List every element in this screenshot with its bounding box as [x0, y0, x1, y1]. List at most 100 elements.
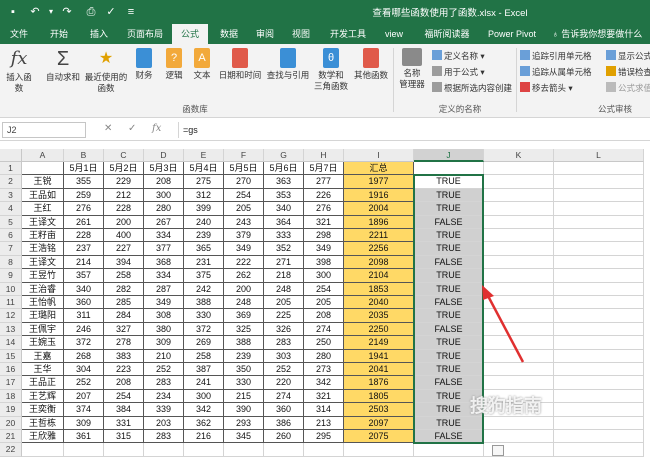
value-cell[interactable]: 213: [304, 416, 344, 430]
value-cell[interactable]: 362: [184, 416, 224, 430]
cell[interactable]: [484, 336, 554, 350]
confirm-icon[interactable]: ✓: [128, 123, 136, 134]
value-cell[interactable]: 363: [264, 175, 304, 189]
value-cell[interactable]: 231: [184, 255, 224, 270]
cell[interactable]: [484, 229, 554, 243]
value-cell[interactable]: 342: [184, 403, 224, 417]
name-cell[interactable]: 王品如: [22, 188, 64, 203]
value-cell[interactable]: 369: [224, 309, 264, 323]
result-cell[interactable]: FALSE: [414, 296, 484, 310]
row-header[interactable]: 2: [0, 175, 22, 189]
value-cell[interactable]: 270: [224, 175, 264, 189]
cell[interactable]: [554, 215, 644, 229]
value-cell[interactable]: 345: [224, 430, 264, 444]
value-cell[interactable]: 274: [304, 322, 344, 337]
sum-cell[interactable]: 2035: [344, 309, 414, 323]
row-header[interactable]: 21: [0, 430, 22, 444]
insert-function-button[interactable]: fx 插入函数: [4, 48, 34, 94]
cell[interactable]: [484, 363, 554, 377]
value-cell[interactable]: 248: [224, 296, 264, 310]
result-cell[interactable]: FALSE: [414, 215, 484, 229]
value-cell[interactable]: 269: [184, 336, 224, 350]
value-cell[interactable]: 390: [224, 403, 264, 417]
sum-cell[interactable]: 1853: [344, 282, 414, 296]
value-cell[interactable]: 380: [144, 322, 184, 337]
sum-cell[interactable]: 1876: [344, 376, 414, 390]
value-cell[interactable]: 300: [144, 188, 184, 203]
result-cell[interactable]: TRUE: [414, 229, 484, 243]
row-header[interactable]: 19: [0, 403, 22, 417]
error-checking-button[interactable]: 错误检查: [606, 66, 650, 78]
name-cell[interactable]: 王艺辉: [22, 389, 64, 404]
cell[interactable]: [484, 242, 554, 256]
value-cell[interactable]: 326: [264, 322, 304, 337]
value-cell[interactable]: 330: [184, 309, 224, 323]
column-header-d[interactable]: D: [144, 149, 184, 162]
value-cell[interactable]: 282: [104, 282, 144, 296]
value-cell[interactable]: 394: [104, 255, 144, 270]
value-cell[interactable]: 258: [104, 269, 144, 283]
row-header[interactable]: 6: [0, 229, 22, 243]
value-cell[interactable]: 228: [104, 202, 144, 216]
logical-button[interactable]: ? 逻辑: [162, 48, 186, 81]
value-cell[interactable]: 229: [104, 175, 144, 189]
value-cell[interactable]: 250: [304, 336, 344, 350]
value-cell[interactable]: 248: [264, 282, 304, 296]
name-cell[interactable]: 王璐阳: [22, 309, 64, 323]
value-cell[interactable]: 372: [64, 336, 104, 350]
cell[interactable]: [484, 376, 554, 390]
insert-function-icon[interactable]: fx: [152, 123, 161, 134]
value-cell[interactable]: 330: [224, 376, 264, 390]
result-cell[interactable]: TRUE: [414, 202, 484, 216]
sum-cell[interactable]: 2040: [344, 296, 414, 310]
value-cell[interactable]: 280: [304, 349, 344, 363]
row-header[interactable]: 4: [0, 202, 22, 216]
result-cell[interactable]: FALSE: [414, 322, 484, 337]
lookup-reference-button[interactable]: 查找与引用: [266, 48, 310, 81]
value-cell[interactable]: 295: [304, 430, 344, 444]
value-cell[interactable]: 342: [304, 376, 344, 390]
value-cell[interactable]: 243: [224, 215, 264, 229]
tab-review[interactable]: 审阅: [250, 24, 280, 44]
value-cell[interactable]: 216: [184, 430, 224, 444]
sum-cell[interactable]: 2211: [344, 229, 414, 243]
name-box[interactable]: [2, 122, 86, 138]
cell[interactable]: [554, 229, 644, 243]
value-cell[interactable]: 388: [224, 336, 264, 350]
row-header[interactable]: 14: [0, 336, 22, 350]
value-cell[interactable]: 252: [144, 363, 184, 377]
value-cell[interactable]: 228: [64, 229, 104, 243]
cell[interactable]: [554, 162, 644, 176]
value-cell[interactable]: 304: [64, 363, 104, 377]
column-header-l[interactable]: L: [554, 149, 644, 162]
select-all-corner[interactable]: [0, 149, 22, 162]
recently-used-button[interactable]: ★ 最近使用的 函数: [84, 48, 128, 94]
header-cell[interactable]: 5月7日: [304, 162, 344, 176]
name-manager-button[interactable]: 名称 管理器: [396, 48, 428, 90]
column-header-i[interactable]: I: [344, 149, 414, 162]
row-header[interactable]: 13: [0, 322, 22, 337]
value-cell[interactable]: 361: [64, 430, 104, 444]
value-cell[interactable]: 254: [104, 389, 144, 404]
cell[interactable]: [554, 296, 644, 310]
value-cell[interactable]: 254: [304, 282, 344, 296]
header-cell[interactable]: 5月2日: [104, 162, 144, 176]
sum-cell[interactable]: 2256: [344, 242, 414, 256]
save-icon[interactable]: ▪: [6, 4, 20, 20]
value-cell[interactable]: 222: [224, 255, 264, 270]
value-cell[interactable]: 315: [104, 430, 144, 444]
header-cell[interactable]: 5月3日: [144, 162, 184, 176]
cell[interactable]: [484, 269, 554, 283]
value-cell[interactable]: 218: [264, 269, 304, 283]
value-cell[interactable]: 349: [144, 296, 184, 310]
tab-power-pivot[interactable]: Power Pivot: [484, 24, 540, 44]
row-header[interactable]: 18: [0, 389, 22, 404]
value-cell[interactable]: 353: [264, 188, 304, 203]
value-cell[interactable]: 268: [64, 349, 104, 363]
value-cell[interactable]: 276: [64, 202, 104, 216]
tab-home[interactable]: 开始: [44, 24, 74, 44]
sum-cell[interactable]: 2075: [344, 430, 414, 444]
value-cell[interactable]: 205: [224, 202, 264, 216]
column-header-f[interactable]: F: [224, 149, 264, 162]
name-cell[interactable]: 王浩铭: [22, 242, 64, 256]
